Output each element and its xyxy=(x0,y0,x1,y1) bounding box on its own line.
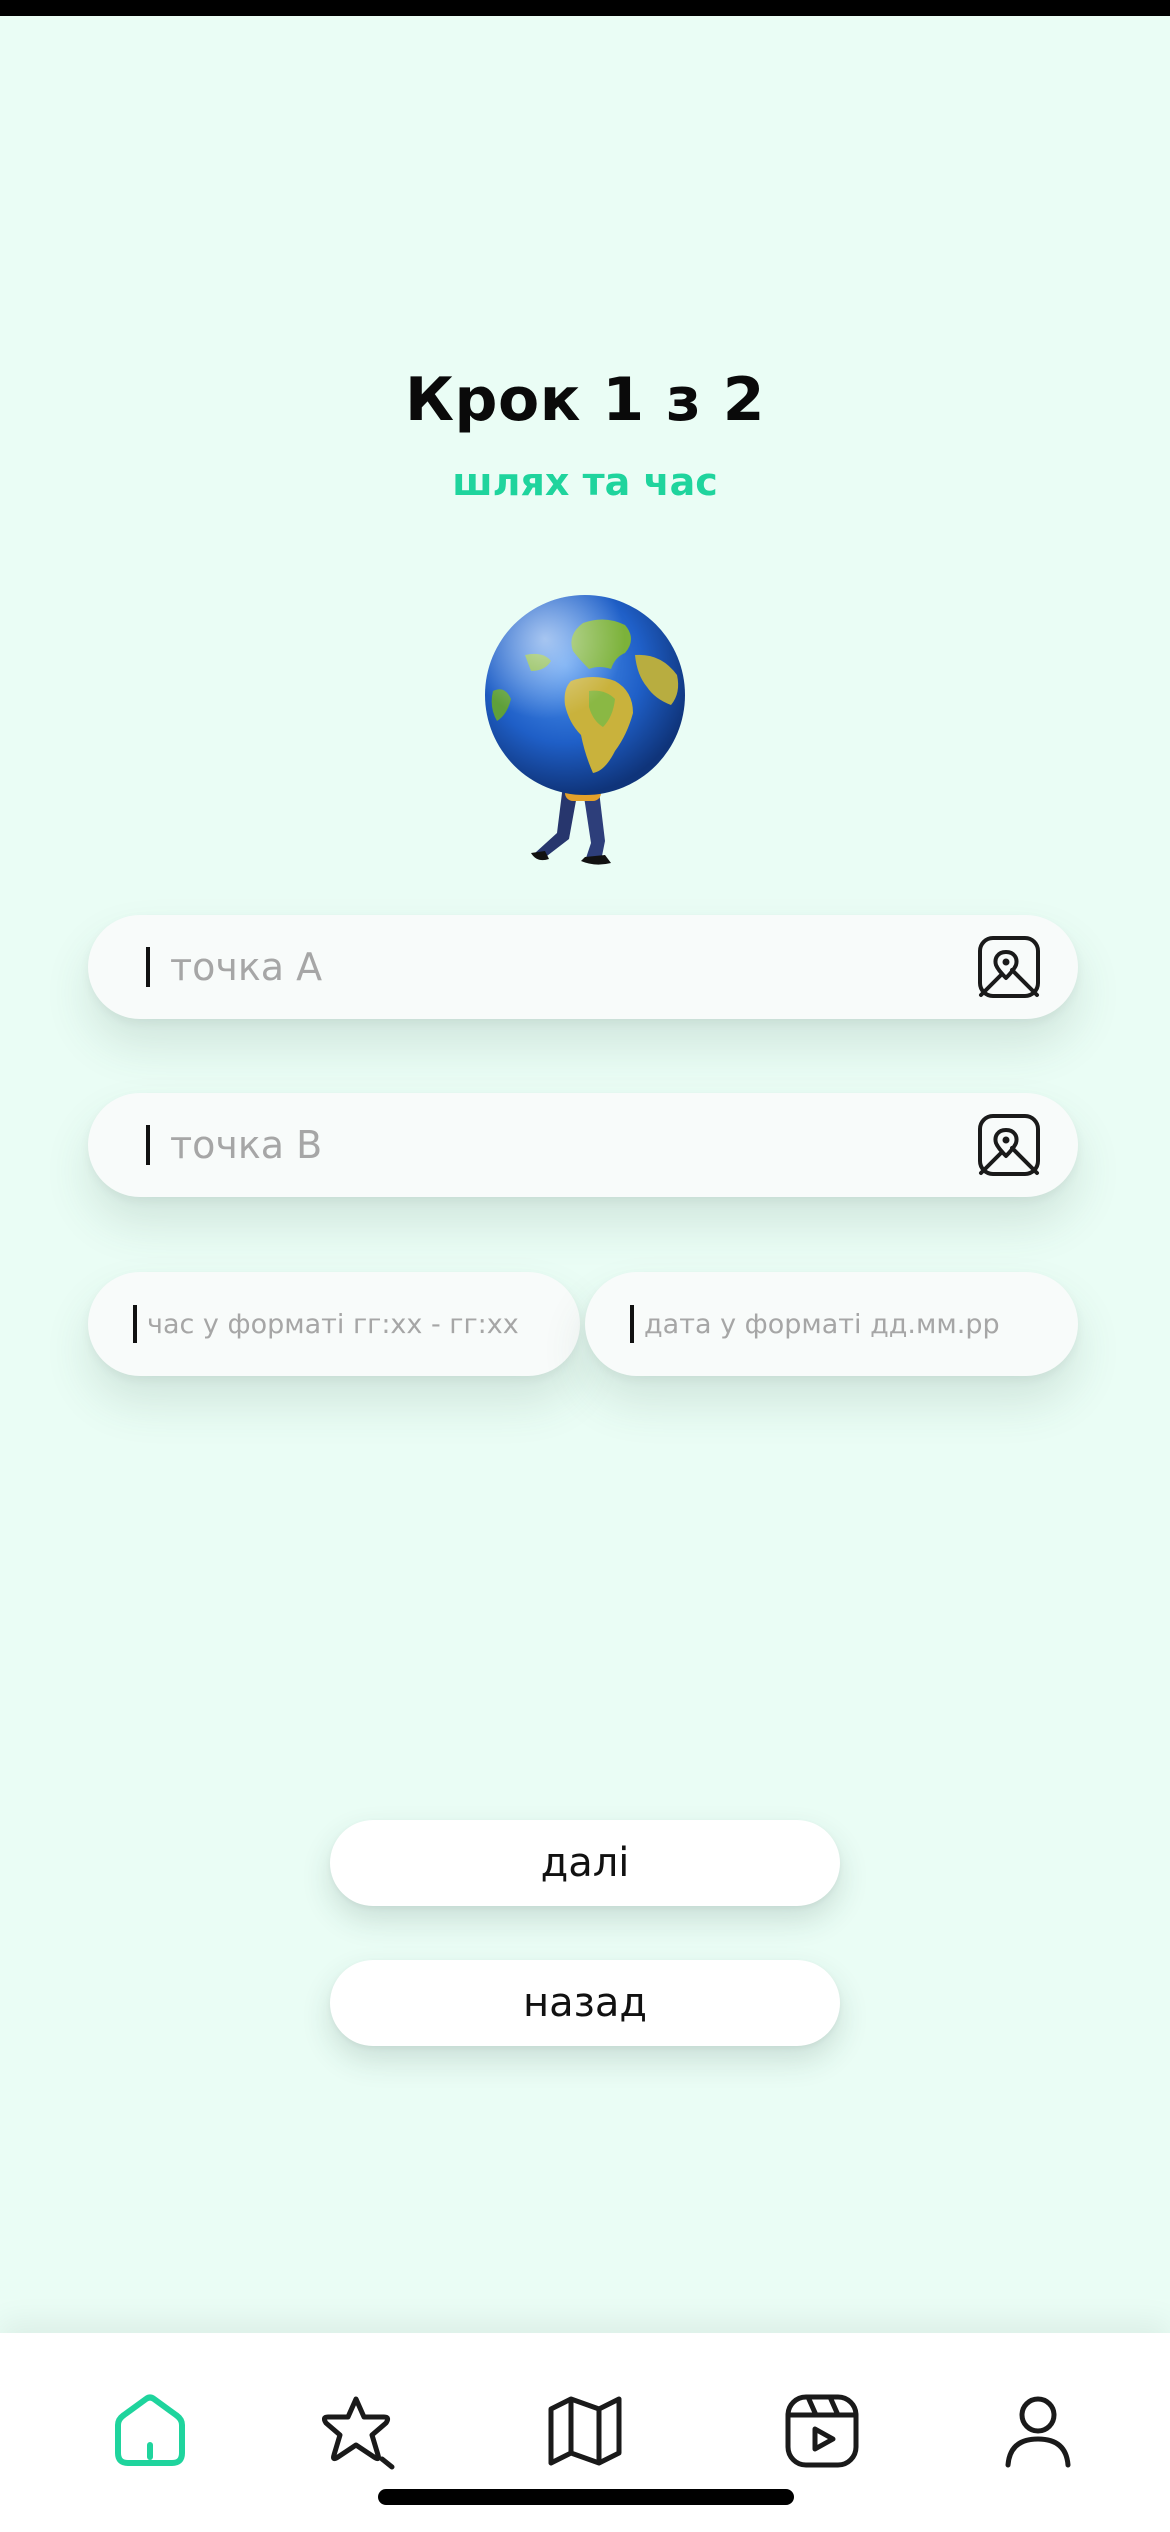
text-caret xyxy=(630,1305,634,1343)
tab-profile[interactable] xyxy=(998,2391,1078,2471)
page-subtitle: шлях та час xyxy=(452,460,718,504)
map-pin-icon[interactable] xyxy=(976,1112,1042,1178)
globe-carrier-icon xyxy=(465,595,705,875)
date-input[interactable]: дата у форматі дд.мм.рр xyxy=(585,1272,1078,1376)
point-b-input[interactable]: точка B xyxy=(88,1093,1078,1197)
tab-home[interactable] xyxy=(110,2391,190,2471)
star-search-icon xyxy=(321,2396,395,2470)
time-placeholder: час у форматі гг:хх - гг:хх xyxy=(147,1308,519,1340)
next-button[interactable]: далі xyxy=(330,1820,840,1906)
status-bar xyxy=(0,0,1170,16)
tab-map[interactable] xyxy=(545,2391,625,2471)
video-icon xyxy=(785,2394,859,2468)
date-placeholder: дата у форматі дд.мм.рр xyxy=(644,1308,1000,1340)
back-button[interactable]: назад xyxy=(330,1960,840,2046)
point-a-input[interactable]: точка A xyxy=(88,915,1078,1019)
map-icon xyxy=(548,2396,622,2466)
tab-favorites[interactable] xyxy=(321,2391,402,2471)
home-icon xyxy=(115,2394,185,2466)
map-pin-icon[interactable] xyxy=(976,934,1042,1000)
text-caret xyxy=(133,1305,137,1343)
text-caret xyxy=(146,947,150,987)
time-input[interactable]: час у форматі гг:хх - гг:хх xyxy=(88,1272,580,1376)
text-caret xyxy=(146,1125,150,1165)
point-a-placeholder: точка A xyxy=(170,945,323,989)
point-b-placeholder: точка B xyxy=(170,1123,323,1167)
page-title: Крок 1 з 2 xyxy=(405,365,765,435)
tab-videos[interactable] xyxy=(782,2391,862,2471)
profile-icon xyxy=(1005,2396,1071,2468)
home-indicator xyxy=(378,2489,794,2505)
